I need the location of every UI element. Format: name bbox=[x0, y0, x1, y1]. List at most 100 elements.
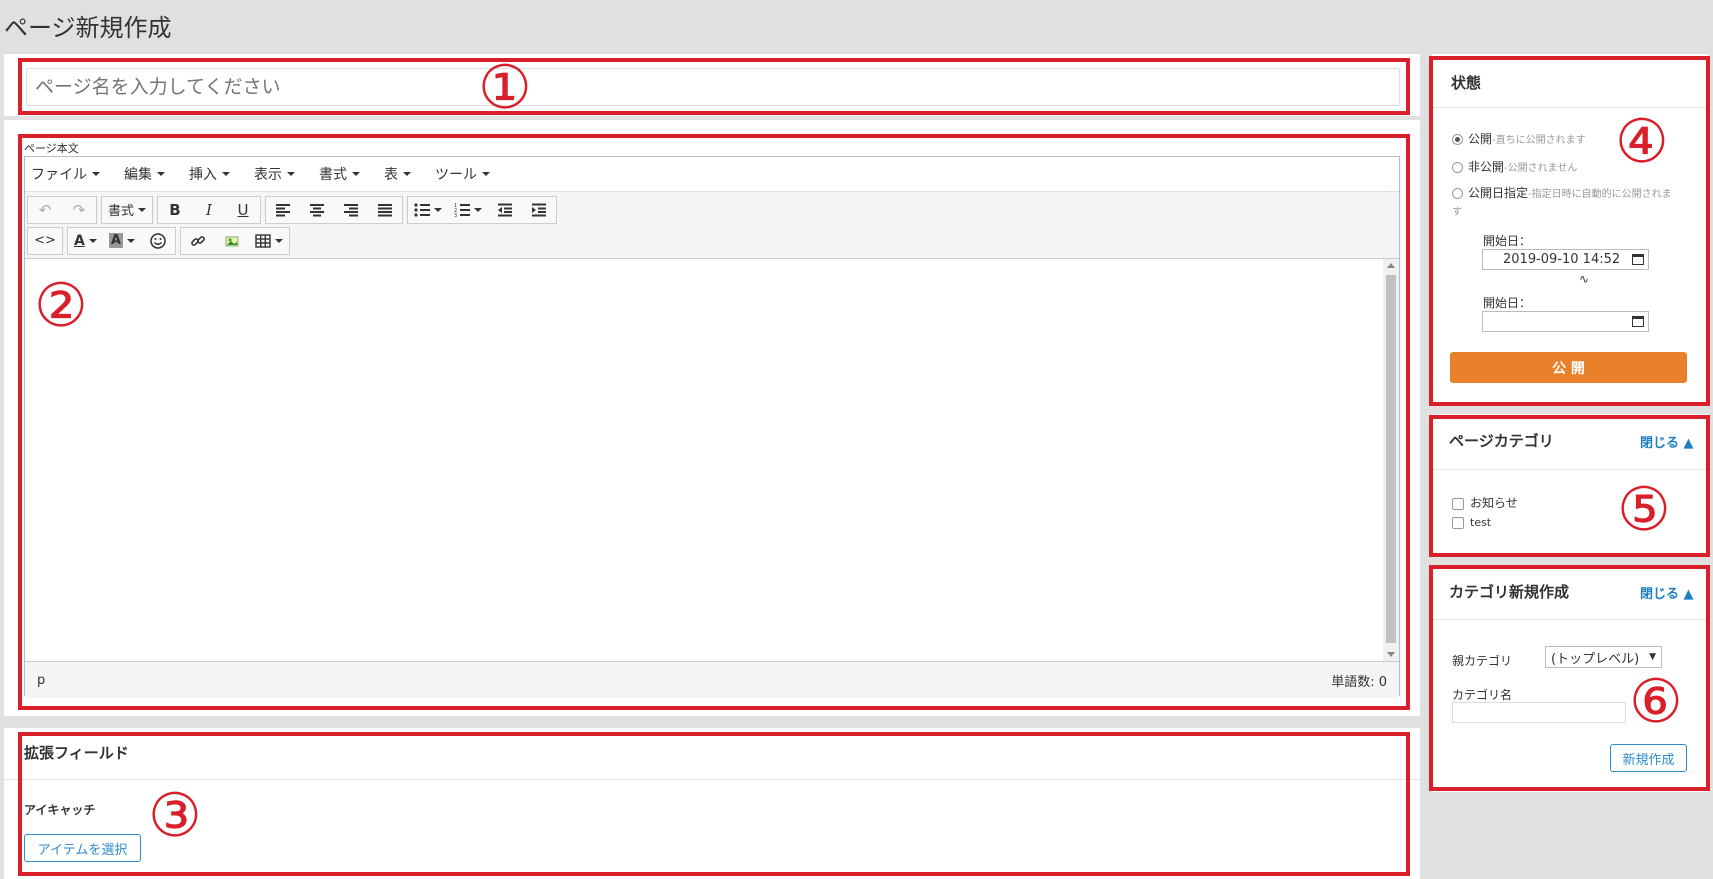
background-color-icon[interactable]: A bbox=[103, 228, 141, 254]
align-justify-icon[interactable] bbox=[368, 197, 402, 223]
align-left-icon[interactable] bbox=[266, 197, 300, 223]
numbered-list-icon[interactable]: 123 bbox=[448, 197, 488, 223]
end-date-field[interactable] bbox=[1482, 311, 1649, 332]
menu-label: 表示 bbox=[254, 167, 282, 183]
align-right-icon[interactable] bbox=[334, 197, 368, 223]
extended-fields-panel bbox=[4, 728, 1420, 879]
new-category-title: カテゴリ新規作成 bbox=[1449, 583, 1570, 601]
scroll-up-icon[interactable] bbox=[1387, 263, 1395, 268]
chevron-down-icon bbox=[157, 172, 165, 176]
format-dropdown-label: 書式 bbox=[108, 204, 135, 219]
parent-category-select[interactable]: (トップレベル) ▼ bbox=[1545, 646, 1662, 668]
extended-fields-title: 拡張フィールド bbox=[24, 744, 129, 762]
select-item-button[interactable]: アイテムを選択 bbox=[24, 834, 141, 862]
radio-scheduled[interactable] bbox=[1452, 188, 1463, 199]
menu-insert[interactable]: 挿入 bbox=[189, 164, 230, 184]
bold-icon[interactable]: B bbox=[158, 197, 192, 223]
chevron-down-icon bbox=[474, 207, 483, 212]
list-group: 123 bbox=[407, 195, 558, 224]
scrollbar-thumb[interactable] bbox=[1386, 275, 1396, 643]
chevron-down-icon bbox=[287, 172, 295, 176]
menu-label: ツール bbox=[435, 167, 477, 183]
underline-icon[interactable]: U bbox=[226, 197, 260, 223]
option-label: 公開日指定 bbox=[1468, 186, 1529, 200]
category-close-toggle[interactable]: 閉じる ▲ bbox=[1640, 432, 1694, 451]
format-dropdown[interactable]: 書式 bbox=[102, 197, 152, 223]
indent-icon[interactable] bbox=[522, 197, 556, 223]
create-category-button[interactable]: 新規作成 bbox=[1610, 744, 1687, 772]
svg-text:3: 3 bbox=[454, 213, 457, 217]
radio-public[interactable] bbox=[1452, 134, 1463, 145]
source-code-icon[interactable]: <> bbox=[28, 228, 62, 254]
chevron-down-icon bbox=[482, 172, 490, 176]
end-date-label: 開始日： bbox=[1483, 296, 1532, 310]
emoticon-icon[interactable] bbox=[141, 228, 175, 254]
chevron-down-icon bbox=[138, 207, 147, 212]
calendar-icon[interactable] bbox=[1632, 254, 1644, 265]
history-group: ↶ ↷ bbox=[27, 195, 97, 224]
option-note: -直ちに公開されます bbox=[1492, 135, 1586, 146]
menu-file[interactable]: ファイル bbox=[31, 164, 100, 184]
editor-content-area[interactable] bbox=[25, 259, 1399, 661]
category-name-input[interactable] bbox=[1452, 702, 1626, 723]
menu-tools[interactable]: ツール bbox=[435, 164, 490, 184]
chevron-down-icon bbox=[222, 172, 230, 176]
menu-format[interactable]: 書式 bbox=[319, 164, 360, 184]
calendar-icon[interactable] bbox=[1632, 316, 1644, 327]
publish-option-private[interactable]: 非公開-公開されません bbox=[1452, 158, 1577, 175]
start-date-value: 2019-09-10 14:52 bbox=[1503, 252, 1621, 267]
editor-statusbar: p 単語数: 0 bbox=[25, 661, 1399, 698]
text-color-icon[interactable]: A bbox=[68, 228, 103, 254]
image-icon[interactable] bbox=[215, 228, 249, 254]
format-group: 書式 bbox=[101, 195, 154, 224]
italic-icon[interactable]: I bbox=[192, 197, 226, 223]
chevron-down-icon bbox=[434, 207, 443, 212]
rich-text-editor: ファイル 編集 挿入 表示 書式 表 ツール ↶ ↷ 書式 B I U 1 2 … bbox=[24, 156, 1400, 698]
table-icon[interactable] bbox=[249, 228, 289, 254]
publish-option-public[interactable]: 公開-直ちに公開されます bbox=[1452, 130, 1586, 147]
new-category-close-toggle[interactable]: 閉じる ▲ bbox=[1640, 583, 1694, 602]
divider bbox=[4, 779, 1420, 780]
menu-label: 挿入 bbox=[189, 167, 217, 183]
category-checkbox[interactable] bbox=[1452, 497, 1464, 510]
align-center-icon[interactable] bbox=[300, 197, 334, 223]
chevron-down-icon bbox=[88, 238, 97, 243]
chevron-down-icon bbox=[126, 238, 135, 243]
link-icon[interactable] bbox=[181, 228, 215, 254]
divider bbox=[1432, 469, 1708, 470]
undo-icon[interactable]: ↶ bbox=[28, 197, 62, 223]
category-item[interactable]: test bbox=[1452, 516, 1491, 529]
insert-group bbox=[179, 226, 290, 255]
parent-category-value: (トップレベル) bbox=[1551, 651, 1640, 667]
divider bbox=[1432, 619, 1708, 620]
menu-edit[interactable]: 編集 bbox=[124, 164, 165, 184]
category-name-label: カテゴリ名 bbox=[1452, 688, 1513, 702]
category-checkbox[interactable] bbox=[1452, 517, 1464, 529]
annotation-number-3: ③ bbox=[148, 781, 202, 851]
menu-label: 編集 bbox=[124, 167, 152, 183]
redo-icon[interactable]: ↷ bbox=[62, 197, 96, 223]
menu-table[interactable]: 表 bbox=[384, 164, 411, 184]
editor-scrollbar[interactable] bbox=[1383, 259, 1399, 661]
publish-option-scheduled[interactable]: 公開日指定-指定日時に自動的に公開されます bbox=[1452, 185, 1678, 221]
category-item[interactable]: お知らせ bbox=[1452, 494, 1518, 511]
style-group: B I U bbox=[157, 195, 262, 224]
start-date-field[interactable]: 2019-09-10 14:52 bbox=[1482, 249, 1649, 270]
element-path[interactable]: p bbox=[37, 673, 45, 688]
page-name-input[interactable] bbox=[26, 68, 1400, 106]
outdent-icon[interactable] bbox=[488, 197, 522, 223]
category-label: test bbox=[1470, 516, 1492, 529]
start-date-label: 開始日： bbox=[1483, 234, 1532, 248]
menu-view[interactable]: 表示 bbox=[254, 164, 295, 184]
scroll-down-icon[interactable] bbox=[1387, 652, 1395, 657]
chevron-down-icon: ▼ bbox=[1649, 652, 1656, 662]
option-note: -公開されません bbox=[1504, 163, 1578, 174]
publish-button[interactable]: 公 開 bbox=[1450, 352, 1687, 383]
bullet-list-icon[interactable] bbox=[408, 197, 448, 223]
category-label: お知らせ bbox=[1470, 496, 1518, 510]
menu-label: 書式 bbox=[319, 167, 347, 183]
chevron-down-icon bbox=[92, 172, 100, 176]
option-label: 非公開 bbox=[1468, 160, 1505, 174]
annotation-number-4: ④ bbox=[1615, 107, 1669, 177]
radio-private[interactable] bbox=[1452, 162, 1463, 173]
